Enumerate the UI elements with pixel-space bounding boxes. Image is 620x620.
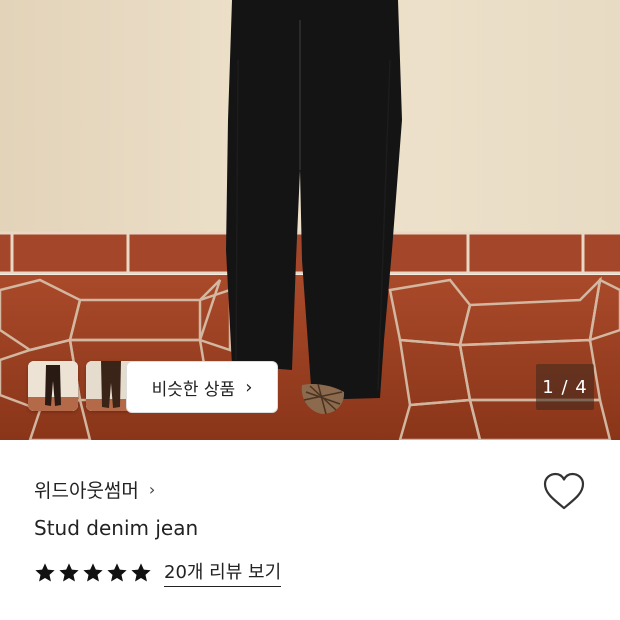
product-info: 위드아웃썸머 › Stud denim jean 20개 리뷰 보기 [0,440,620,620]
thumbnail-image-1 [28,361,78,411]
star-icon [59,562,79,582]
star-icon [131,562,151,582]
heart-icon[interactable] [543,472,585,512]
star-icon [35,562,55,582]
thumbnail-1[interactable] [28,361,78,411]
chevron-right-icon: › [245,376,253,398]
thumbnail-strip [28,361,136,411]
star-icon [83,562,103,582]
star-rating [34,562,152,584]
similar-products-label: 비슷한 상품 [151,379,236,400]
rating-row: 20개 리뷰 보기 [34,558,282,587]
brand-name: 위드아웃썸머 [34,480,139,502]
similar-products-button[interactable]: 비슷한 상품 › [126,361,278,413]
image-counter: 1 / 4 [536,364,594,410]
star-icon [107,562,127,582]
reviews-link[interactable]: 20개 리뷰 보기 [164,558,282,587]
brand-link[interactable]: 위드아웃썸머 › [34,476,155,503]
chevron-right-icon: › [148,480,156,499]
product-name: Stud denim jean [34,516,199,540]
product-image[interactable]: 비슷한 상품 › 1 / 4 [0,0,620,440]
